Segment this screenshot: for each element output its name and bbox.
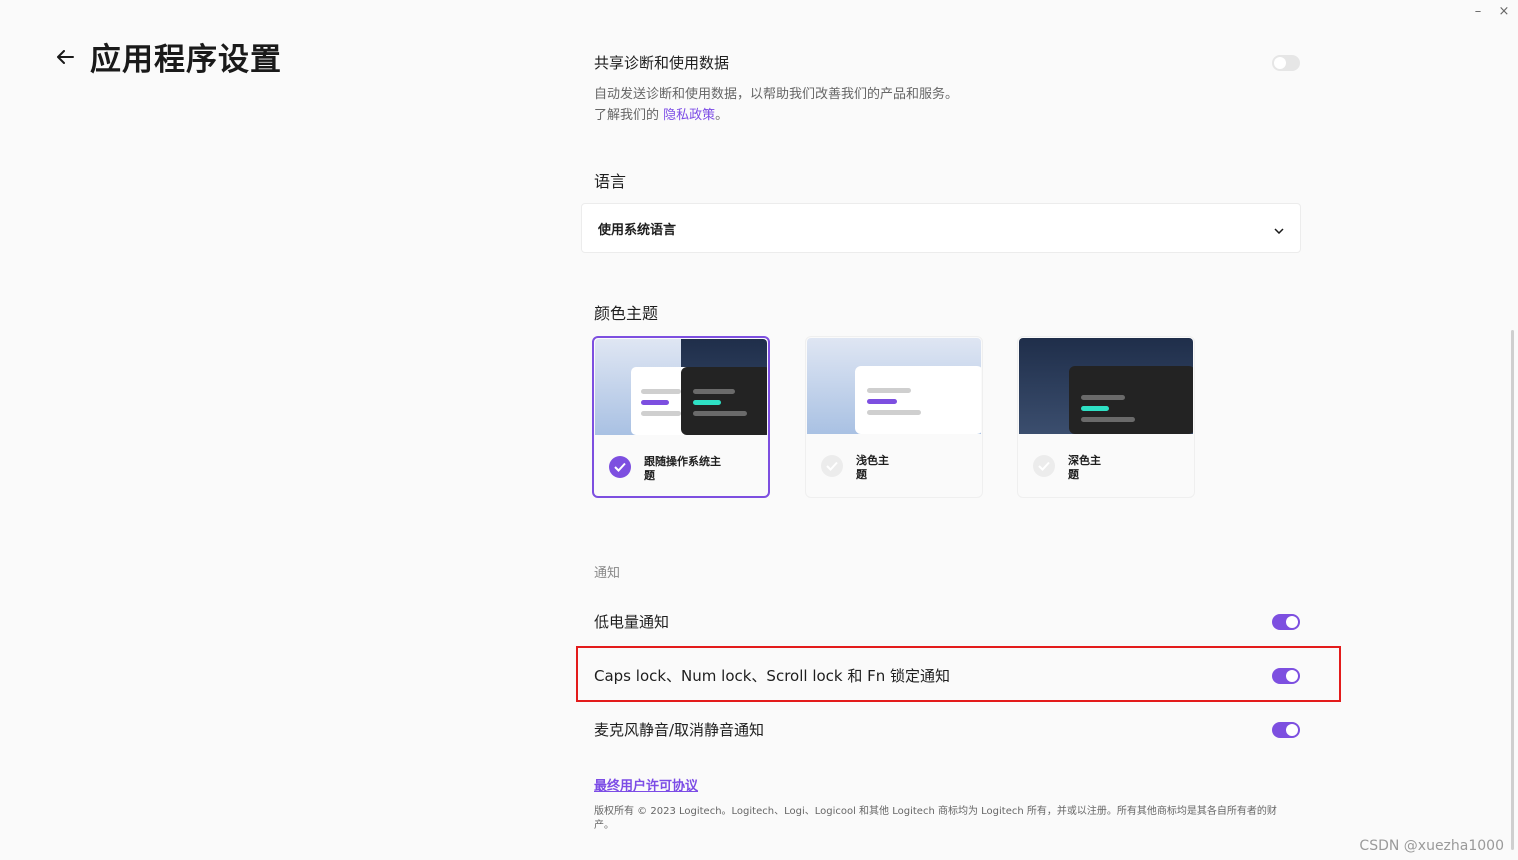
period-text: 。 (715, 108, 729, 123)
checkmark-icon (609, 456, 631, 478)
minimize-button[interactable]: – (1472, 4, 1484, 19)
theme-label-light: 浅色主题 (856, 454, 889, 481)
low-battery-label: 低电量通知 (594, 613, 670, 631)
checkmark-icon (821, 455, 843, 477)
window-controls: – × (1472, 4, 1510, 19)
privacy-policy-link[interactable]: 隐私政策 (663, 108, 715, 123)
diagnostics-description: 自动发送诊断和使用数据，以帮助我们改善我们的产品和服务。 了解我们的 隐私政策。 (594, 84, 958, 126)
theme-preview-dark (1019, 338, 1193, 434)
theme-label-system: 跟随操作系统主题 (644, 455, 721, 482)
lock-keys-toggle[interactable] (1272, 668, 1300, 684)
checkmark-icon (1033, 455, 1055, 477)
theme-card-system[interactable]: 跟随操作系统主题 (592, 336, 770, 498)
diagnostics-toggle[interactable] (1272, 55, 1300, 71)
mic-mute-toggle[interactable] (1272, 722, 1300, 738)
chevron-down-icon (1274, 219, 1284, 238)
arrow-left-icon[interactable] (54, 46, 76, 68)
theme-title: 颜色主题 (594, 304, 659, 323)
language-title: 语言 (594, 172, 627, 191)
diagnostics-title: 共享诊断和使用数据 (594, 54, 730, 72)
mic-mute-label: 麦克风静音/取消静音通知 (594, 721, 765, 739)
page-title: 应用程序设置 (90, 42, 282, 78)
diagnostics-desc-line1: 自动发送诊断和使用数据，以帮助我们改善我们的产品和服务。 (594, 87, 959, 102)
scrollbar[interactable] (1511, 330, 1514, 850)
theme-card-dark[interactable]: 深色主题 (1017, 336, 1195, 498)
theme-card-light[interactable]: 浅色主题 (805, 336, 983, 498)
lock-keys-label: Caps lock、Num lock、Scroll lock 和 Fn 锁定通知 (594, 667, 951, 685)
notifications-section-label: 通知 (594, 566, 621, 581)
page-header: 应用程序设置 (54, 34, 282, 79)
theme-preview-system (595, 339, 767, 435)
low-battery-toggle[interactable] (1272, 614, 1300, 630)
theme-label-dark: 深色主题 (1068, 454, 1101, 481)
language-select[interactable]: 使用系统语言 (581, 203, 1301, 253)
diagnostics-desc-line2: 了解我们的 隐私政策。 (594, 105, 958, 126)
close-button[interactable]: × (1498, 4, 1510, 19)
watermark: CSDN @xuezha1000 (1359, 838, 1504, 854)
theme-preview-light (807, 338, 981, 434)
learn-more-text: 了解我们的 (594, 108, 660, 123)
language-select-value: 使用系统语言 (598, 222, 677, 238)
copyright-text: 版权所有 © 2023 Logitech。Logitech、Logi、Logic… (594, 806, 1277, 831)
eula-link[interactable]: 最终用户许可协议 (594, 775, 698, 794)
